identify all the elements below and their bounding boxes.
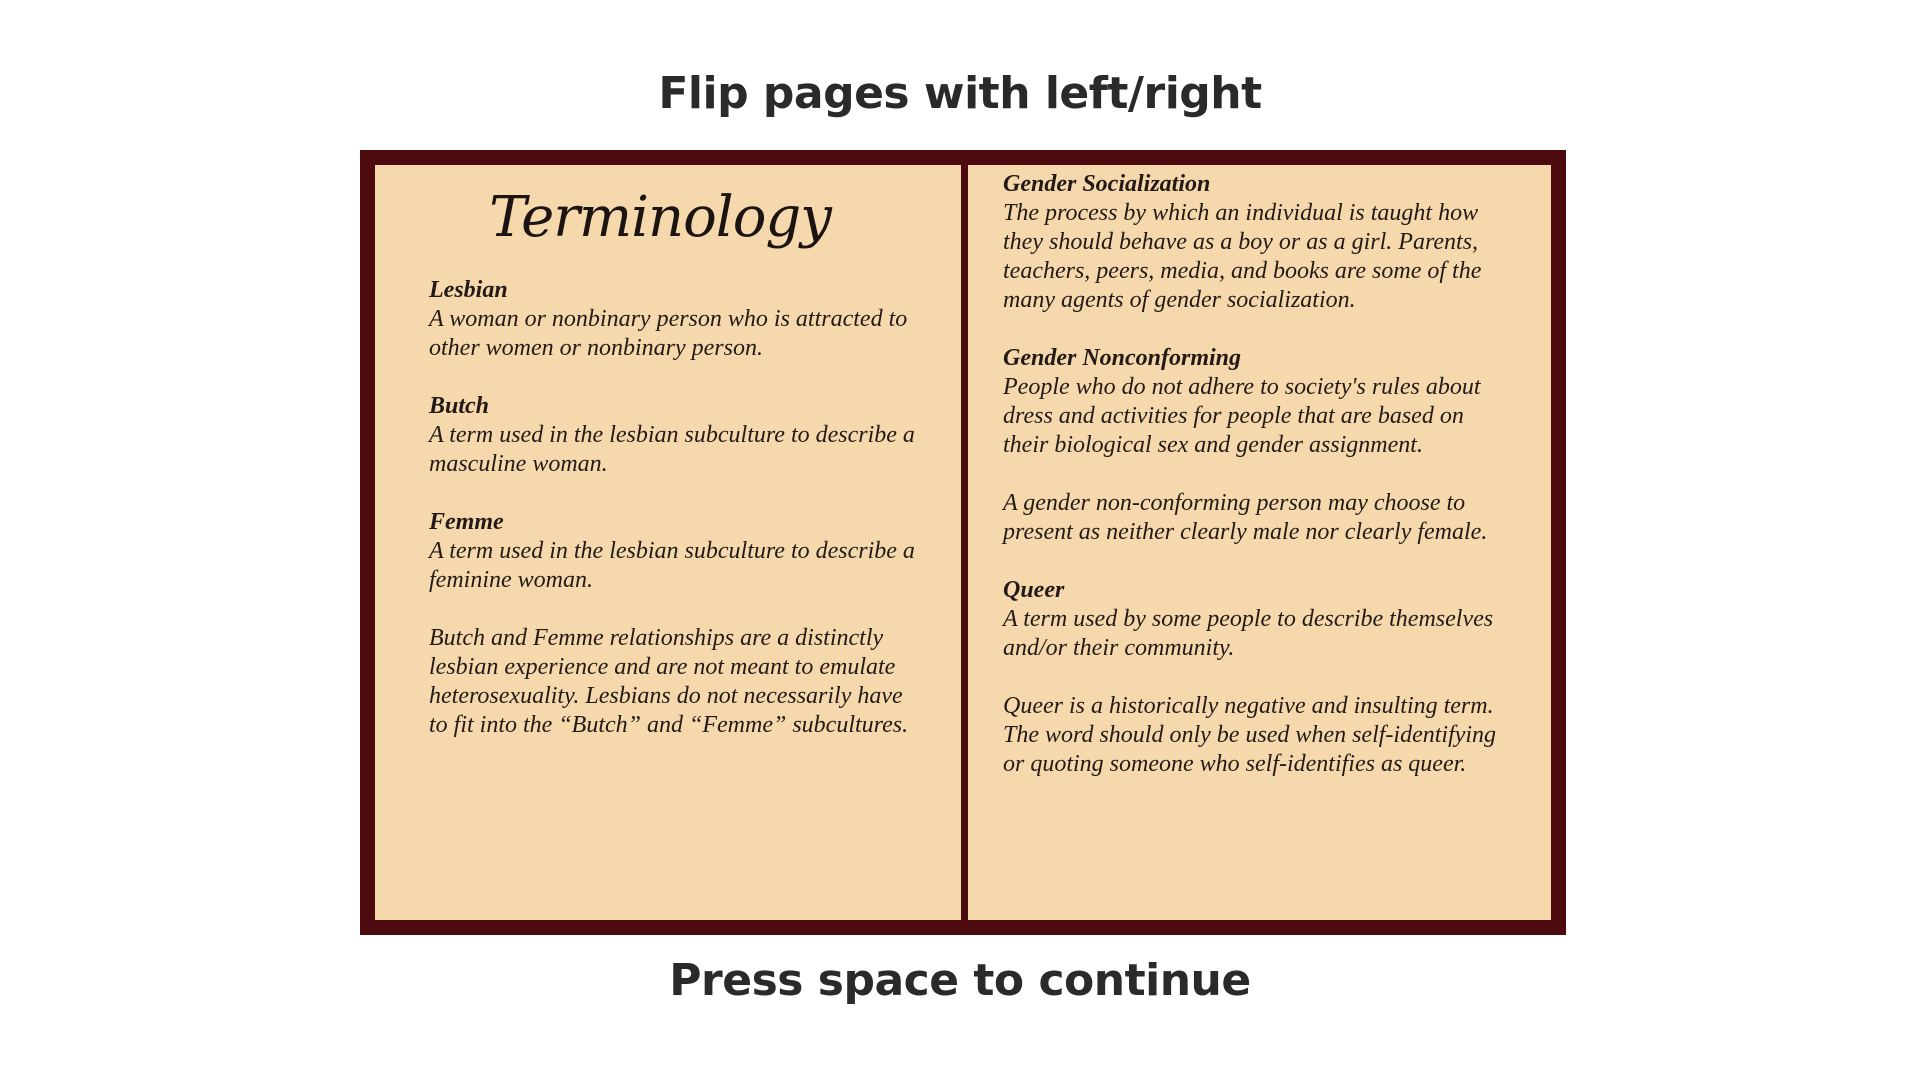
entry-term: Queer [1003,577,1065,603]
entry-definition: People who do not adhere to society's ru… [1003,374,1481,458]
entry-definition: A term used by some people to describe t… [1003,606,1494,661]
flip-pages-instruction: Flip pages with left/right [658,68,1262,119]
entry-definition: A term used in the lesbian subculture to… [429,538,915,593]
right-page[interactable]: Gender Socialization The process by whic… [968,165,1551,920]
entry-lesbian: Lesbian A woman or nonbinary person who … [429,276,921,363]
entry-term: Lesbian [429,277,508,303]
entry-definition: The process by which an individual is ta… [1003,200,1482,313]
game-screen: Flip pages with left/right Terminology L… [0,0,1920,1080]
book: Terminology Lesbian A woman or nonbinary… [360,150,1566,935]
entry-term: Gender Nonconforming [1003,345,1242,371]
entry-gender-nonconforming: Gender Nonconforming People who do not a… [1003,344,1501,460]
continue-instruction: Press space to continue [669,955,1251,1006]
entry-gender-socialization: Gender Socialization The process by whic… [1003,170,1501,315]
entry-queer: Queer A term used by some people to desc… [1003,576,1501,663]
entry-definition: A woman or nonbinary person who is attra… [429,306,908,361]
page-title: Terminology [489,185,832,250]
entry-term: Femme [429,509,504,535]
entry-gender-nonconforming-note: A gender non-conforming person may choos… [1003,489,1501,547]
entry-definition: A gender non-conforming person may choos… [1003,490,1488,545]
entry-term: Gender Socialization [1003,171,1211,197]
entry-queer-note: Queer is a historically negative and ins… [1003,692,1501,779]
entry-definition: Butch and Femme relationships are a dist… [429,625,909,738]
entry-butch-femme-note: Butch and Femme relationships are a dist… [429,624,921,740]
entry-term: Butch [429,393,490,419]
entry-femme: Femme A term used in the lesbian subcult… [429,508,921,595]
left-page[interactable]: Terminology Lesbian A woman or nonbinary… [375,165,961,920]
entry-butch: Butch A term used in the lesbian subcult… [429,392,921,479]
entry-definition: Queer is a historically negative and ins… [1003,693,1497,777]
entry-definition: A term used in the lesbian subculture to… [429,422,915,477]
